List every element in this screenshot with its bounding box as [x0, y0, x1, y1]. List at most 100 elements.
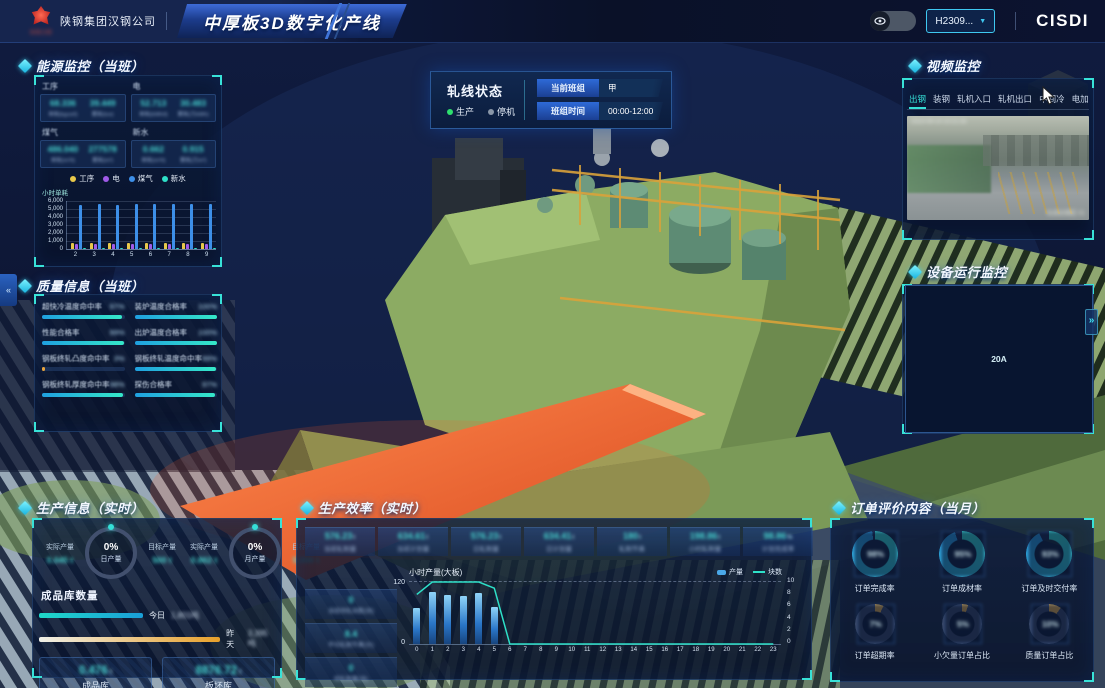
bar [135, 204, 138, 249]
quality-metric-value: 97% [202, 380, 217, 389]
legend-item: 新水 [162, 173, 186, 184]
target-output-label: 目标产量 [141, 542, 183, 552]
energy-chart-legend: 工序电煤气新水 [40, 173, 216, 184]
energy-metric-unit: 累耗(万m³) [173, 156, 213, 164]
line-status-title: 轧线状态 [447, 81, 503, 100]
video-caption: 轧线出钢区 01 [1047, 208, 1085, 217]
stock-box-value: 8876.72t [196, 665, 242, 677]
energy-group: 煤气486.040单耗(m³/t)277578累耗(m³) [40, 126, 126, 168]
xtick-label: 5 [122, 252, 141, 258]
stock-box-value: 0.476t [79, 665, 112, 677]
video-tab-2[interactable]: 轧机入口 [957, 91, 991, 109]
legend-item: 产量 [717, 567, 743, 577]
energy-metric: 0.662单耗(m³/t) [134, 144, 174, 164]
ytick-label: 1,000 [40, 238, 63, 244]
efficiency-stat-value: 634.41t [544, 531, 575, 541]
panel-order-evaluation: 订单评价内容（当月） 98%订单完成率95%订单成材率93%订单及时交付率7%订… [824, 496, 1098, 686]
energy-group-name: 新水 [133, 127, 217, 138]
energy-metric: 52.713单耗(kWh/t) [134, 98, 174, 118]
stock-box-unit: t [110, 669, 112, 676]
panel-collapse-tab[interactable]: « [0, 274, 17, 306]
xtick-label: 23 [766, 647, 782, 653]
quality-metric-label: 探伤合格率 [135, 379, 173, 390]
ytick-label: 4,000 [40, 214, 63, 220]
donut-value: 98% [854, 531, 898, 577]
quality-metric-label: 性能合格率 [42, 327, 80, 338]
efficiency-stat-label: 小时轧制量 [689, 543, 722, 553]
bar-group [145, 204, 160, 249]
efficiency-stat-label: 计划完成率 [762, 543, 795, 553]
energy-metric-value: 277578 [83, 144, 123, 154]
line-selector-dropdown[interactable]: H2309... ▼ [926, 9, 995, 33]
side-stat-value: 0 [348, 595, 353, 605]
quality-metric-label: 钢板终轧厚度命中率 [42, 379, 110, 390]
order-metric: 10%质量订单占比 [1006, 600, 1093, 667]
quality-metric-value: 99% [202, 354, 217, 363]
panel-video-monitor: 视频监控 出钢装钢轧机入口轧机出口中间冷电加热 2023-09-14 10:21… [898, 54, 1098, 242]
progress-track [42, 315, 125, 319]
status-dot [488, 109, 494, 115]
progress-fill [42, 315, 122, 319]
page-title: 中厚板3D数字化产线 [203, 9, 381, 34]
company-logo-subtext: 陕钢汉钢 [30, 29, 52, 36]
video-timestamp: 2023-09-14 10:21:35 [911, 119, 967, 125]
quality-metric-row: 钢板终轧凸度命中率3% [42, 353, 125, 364]
video-feed: 2023-09-14 10:21:35 轧线出钢区 01 [907, 116, 1089, 220]
video-tab-1[interactable]: 装钢 [933, 91, 950, 109]
ytick-label: 6,000 [40, 198, 63, 204]
quality-metric-label: 超快冷温度命中率 [42, 301, 102, 312]
video-tab-0[interactable]: 出钢 [909, 91, 926, 109]
dashboard-stage: 陕钢汉钢 陕钢集团汉钢公司 中厚板3D数字化产线 H2309... ▼ CISD… [0, 0, 1105, 688]
efficiency-stat: 198.86t小时轧制量 [670, 527, 740, 556]
bar [71, 243, 74, 249]
bar [205, 244, 208, 249]
legend-dot [70, 176, 76, 182]
stock-bar-fill [39, 613, 143, 618]
quality-metric: 钢板终轧凸度命中率3% [42, 353, 125, 371]
progress-fill [135, 393, 215, 397]
bar [157, 248, 160, 249]
hourly-chart-ymin: 0 [389, 639, 405, 646]
legend-item: 块数 [753, 567, 782, 577]
energy-metric: 68.336单耗(kgce/t) [43, 98, 83, 118]
shift-time-row: 班组时间 00:00-12:00 [537, 102, 663, 120]
shift-label-chip: 当前班组 [537, 79, 599, 97]
quality-metric-row: 钢板终轧厚度命中率98% [42, 379, 125, 390]
xtick-label: 15 [642, 647, 658, 653]
efficiency-stat-unit: t [639, 535, 641, 541]
efficiency-stat-value: 98.86% [764, 531, 793, 541]
donut-label: 订单成材率 [942, 583, 982, 594]
video-tab-3[interactable]: 轧机出口 [998, 91, 1032, 109]
energy-group-box: 0.662单耗(m³/t)0.915累耗(万m³) [131, 140, 217, 168]
donut-wrap: 93% [1026, 531, 1072, 577]
legend-label: 产量 [729, 567, 743, 577]
progress-fill [135, 315, 218, 319]
quality-metric-row: 装炉温度合格率100% [135, 301, 218, 312]
panel-device-monitor: 设备运行监控 1#轧区辅...20A2#轧区辅...20A轧机(上辊)20A轧机… [898, 260, 1098, 440]
target-output: 目标产量500 t [141, 542, 183, 565]
header-actions: H2309... ▼ CISDI [870, 9, 1105, 33]
energy-group-name: 工序 [42, 81, 126, 92]
stock-box: 0.476t成品库 [39, 657, 152, 688]
visibility-toggle[interactable] [870, 11, 916, 31]
video-tab-5[interactable]: 电加热 [1072, 91, 1089, 109]
expand-panel-button[interactable]: » [1085, 309, 1098, 335]
energy-metric-value: 52.713 [134, 98, 174, 108]
shift-time-value: 00:00-12:00 [599, 102, 663, 120]
energy-chart-plot [66, 201, 216, 250]
order-metric: 7%订单超期率 [831, 600, 918, 667]
ytick-label: 5,000 [40, 206, 63, 212]
stock-bar-row: 今日1,801吨 [39, 610, 275, 621]
efficiency-stat-label: 日计划量 [546, 543, 572, 553]
efficiency-stat-label: 轧制节奏 [619, 543, 645, 553]
progress-track [135, 393, 218, 397]
energy-metric-value: 68.336 [43, 98, 83, 108]
status-legend-item: 生产 [447, 105, 474, 118]
order-metric: 95%订单成材率 [918, 527, 1005, 600]
mouse-cursor [1042, 86, 1058, 106]
order-metric: 93%订单及时交付率 [1006, 527, 1093, 600]
diamond-icon [908, 58, 922, 72]
bar-group [127, 204, 142, 249]
quality-metric-value: 3% [114, 354, 125, 363]
bar-group [71, 205, 86, 249]
